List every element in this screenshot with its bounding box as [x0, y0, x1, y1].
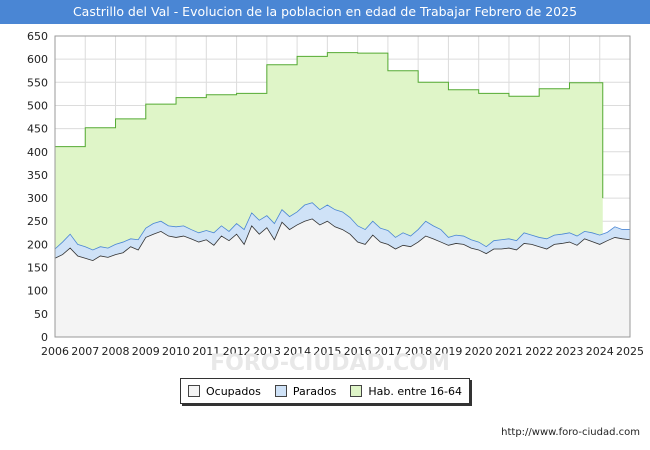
- y-tick-label: 200: [27, 238, 48, 251]
- x-tick-label: 2008: [102, 345, 130, 358]
- chart-title: Castrillo del Val - Evolucion de la pobl…: [0, 0, 650, 24]
- x-tick-label: 2009: [132, 345, 160, 358]
- y-tick-label: 500: [27, 99, 48, 112]
- legend-swatch-hab: [350, 385, 363, 397]
- legend-item-hab: Hab. entre 16-64: [350, 385, 462, 398]
- x-tick-label: 2024: [586, 345, 614, 358]
- legend-item-parados: Parados: [274, 384, 337, 398]
- legend-label-ocupados: Ocupados: [205, 384, 261, 398]
- y-tick-label: 350: [27, 169, 48, 182]
- x-tick-label: 2006: [41, 345, 69, 358]
- watermark-text: FORO-CIUDAD.COM: [210, 351, 450, 370]
- legend-label-parados: Parados: [292, 384, 337, 398]
- legend-swatch-parados: [274, 385, 287, 397]
- y-tick-label: 50: [34, 308, 48, 321]
- source-url: http://www.foro-ciudad.com: [501, 427, 640, 438]
- y-tick-label: 650: [27, 30, 48, 43]
- y-tick-label: 400: [27, 146, 48, 159]
- y-tick-label: 450: [27, 123, 48, 136]
- y-tick-label: 150: [27, 262, 48, 275]
- legend-item-ocupados: Ocupados: [187, 384, 261, 398]
- y-tick-label: 550: [27, 76, 48, 89]
- x-tick-label: 2007: [71, 345, 99, 358]
- x-tick-label: 2025: [616, 345, 644, 358]
- y-tick-label: 300: [27, 192, 48, 205]
- y-tick-label: 100: [27, 285, 48, 298]
- legend-swatch-ocupados: [187, 385, 200, 397]
- chart-canvas: 0 50 100 150 200 250 300 350 400 450 500 550 600 650 2…: [27, 30, 644, 370]
- chart-legend: Ocupados Parados Hab. entre 16-64: [180, 378, 470, 404]
- x-tick-label: 2023: [555, 345, 583, 358]
- x-tick-label: 2020: [465, 345, 493, 358]
- y-tick-label: 250: [27, 215, 48, 228]
- legend-label-hab: Hab. entre 16-64: [368, 384, 462, 398]
- x-tick-label: 2022: [525, 345, 553, 358]
- y-tick-label: 0: [41, 331, 48, 344]
- x-tick-label: 2010: [162, 345, 190, 358]
- x-tick-label: 2021: [495, 345, 523, 358]
- y-tick-label: 600: [27, 53, 48, 66]
